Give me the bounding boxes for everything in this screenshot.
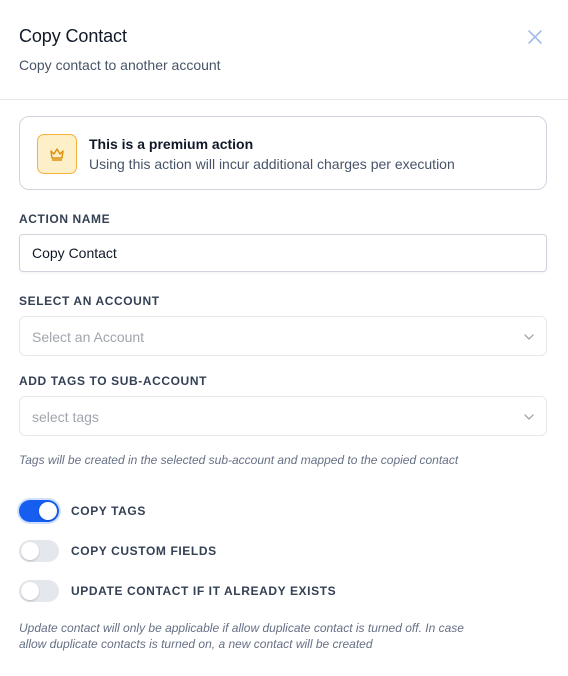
update-contact-hint-line-2: allow duplicate contacts is turned on, a… [19,637,373,651]
copy-tags-row: COPY TAGS [19,500,146,522]
copy-custom-fields-label: COPY CUSTOM FIELDS [71,544,217,558]
panel-header: Copy Contact Copy contact to another acc… [0,0,568,100]
account-label: SELECT AN ACCOUNT [19,294,160,308]
tags-select[interactable]: select tags [19,396,547,436]
copy-custom-fields-row: COPY CUSTOM FIELDS [19,540,217,562]
action-name-input[interactable] [19,234,547,272]
tags-select-placeholder: select tags [32,409,99,425]
crown-icon [50,148,64,161]
action-name-label: ACTION NAME [19,212,111,226]
toggle-knob [21,582,39,600]
premium-action-notice: This is a premium action Using this acti… [19,116,547,190]
copy-tags-toggle[interactable] [19,500,59,522]
update-contact-label: UPDATE CONTACT IF IT ALREADY EXISTS [71,584,337,598]
copy-contact-panel: Copy Contact Copy contact to another acc… [0,0,568,676]
copy-custom-fields-toggle[interactable] [19,540,59,562]
chevron-down-icon [524,414,534,420]
update-contact-toggle[interactable] [19,580,59,602]
chevron-down-icon [524,334,534,340]
crown-icon-badge [37,134,77,174]
premium-title: This is a premium action [89,136,254,152]
panel-title: Copy Contact [19,26,127,46]
copy-tags-label: COPY TAGS [71,504,146,518]
toggle-knob [21,542,39,560]
toggle-knob [39,502,57,520]
close-button[interactable] [524,26,546,48]
account-select-placeholder: Select an Account [32,329,145,345]
update-contact-hint-line-1: Update contact will only be applicable i… [19,621,464,635]
tags-label: ADD TAGS TO SUB-ACCOUNT [19,374,208,388]
close-icon [528,30,542,44]
tags-hint: Tags will be created in the selected sub… [19,453,459,467]
account-select[interactable]: Select an Account [19,316,547,356]
update-contact-row: UPDATE CONTACT IF IT ALREADY EXISTS [19,580,336,602]
panel-subtitle: Copy contact to another account [19,57,221,73]
premium-description: Using this action will incur additional … [89,156,455,172]
